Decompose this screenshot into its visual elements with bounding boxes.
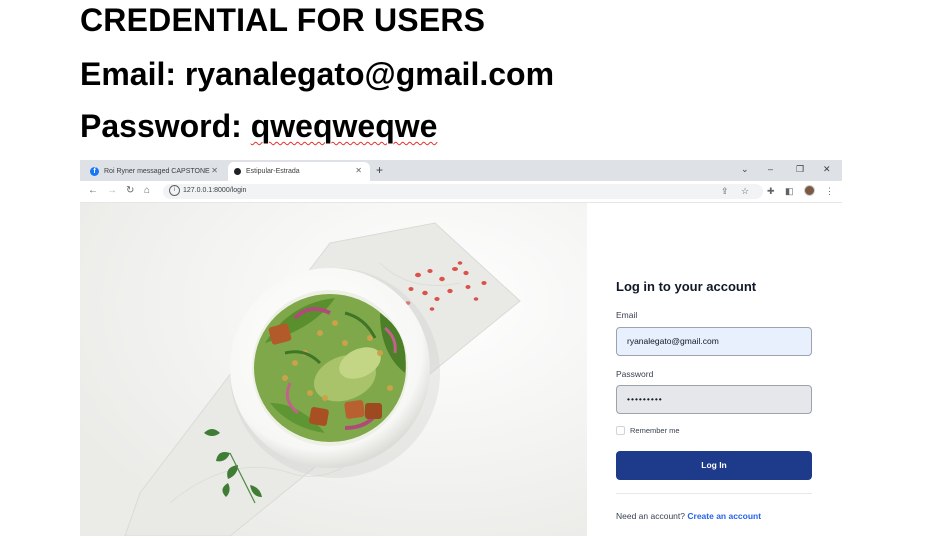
tab-facebook[interactable]: f Roi Ryner messaged CAPSTONE ✕ [86,162,226,181]
tab-title: Estipular-Estrada [246,168,300,175]
close-icon[interactable]: ✕ [211,167,218,175]
email-input[interactable]: ryanalegato@gmail.com [616,327,812,356]
password-credential-value: qweqweqwe [250,108,438,144]
tab-estipular[interactable]: Estipular-Estrada ✕ [228,162,370,181]
password-input[interactable]: ••••••••• [616,385,812,414]
bookmark-star-icon[interactable]: ☆ [741,185,749,197]
close-icon[interactable]: ✕ [355,167,362,175]
signup-prompt: Need an account? [616,511,685,521]
forward-icon[interactable]: → [107,184,117,198]
document-heading: CREDENTIAL FOR USERS [80,2,486,38]
menu-icon[interactable]: ⋮ [825,185,834,197]
salad-illustration [80,203,587,536]
login-title: Log in to your account [616,279,757,294]
tab-title: Roi Ryner messaged CAPSTONE [104,168,210,175]
tab-search-icon[interactable]: ⌄ [741,163,749,175]
login-panel: Log in to your account Email ryanalegato… [587,203,842,536]
info-icon[interactable]: i [169,185,180,196]
login-button[interactable]: Log In [616,451,812,480]
email-label: Email [616,310,638,320]
restore-icon[interactable]: ❐ [796,163,804,175]
back-icon[interactable]: ← [88,184,98,198]
tab-strip: f Roi Ryner messaged CAPSTONE ✕ Estipula… [80,160,842,181]
remember-me-checkbox[interactable] [616,426,625,435]
reload-icon[interactable]: ↻ [126,184,134,198]
side-panel-icon[interactable]: ◧ [785,185,794,197]
email-credential-line: Email: ryanalegato@gmail.com [80,56,554,93]
email-credential-value: ryanalegato@gmail.com [184,56,555,92]
password-credential-label: Password: [80,108,242,144]
create-account-link[interactable]: Create an account [687,511,761,521]
address-bar[interactable]: i 127.0.0.1:8000/login ⇪ ☆ [163,184,763,199]
close-window-icon[interactable]: ✕ [823,163,831,175]
remember-me-label: Remember me [630,426,680,435]
share-icon[interactable]: ⇪ [721,185,729,197]
divider [616,493,812,494]
password-credential-line: Password: qweqweqwe [80,108,437,145]
site-dot-icon [234,168,241,175]
password-label: Password [616,369,654,379]
signup-row: Need an account? Create an account [616,511,761,521]
home-icon[interactable]: ⌂ [144,184,150,198]
extensions-icon[interactable]: ✚ [767,185,775,197]
new-tab-icon[interactable]: + [376,163,383,177]
browser-window: f Roi Ryner messaged CAPSTONE ✕ Estipula… [80,160,842,536]
address-url: 127.0.0.1:8000/login [183,187,247,194]
profile-avatar[interactable] [804,185,815,196]
page-content: Log in to your account Email ryanalegato… [80,203,842,536]
browser-toolbar: ← → ↻ ⌂ i 127.0.0.1:8000/login ⇪ ☆ ✚ ◧ ⋮ [80,181,842,203]
salad-hero-image [80,203,587,536]
facebook-icon: f [90,167,99,176]
email-credential-label: Email: [80,56,177,92]
minimize-icon[interactable]: – [768,163,773,175]
